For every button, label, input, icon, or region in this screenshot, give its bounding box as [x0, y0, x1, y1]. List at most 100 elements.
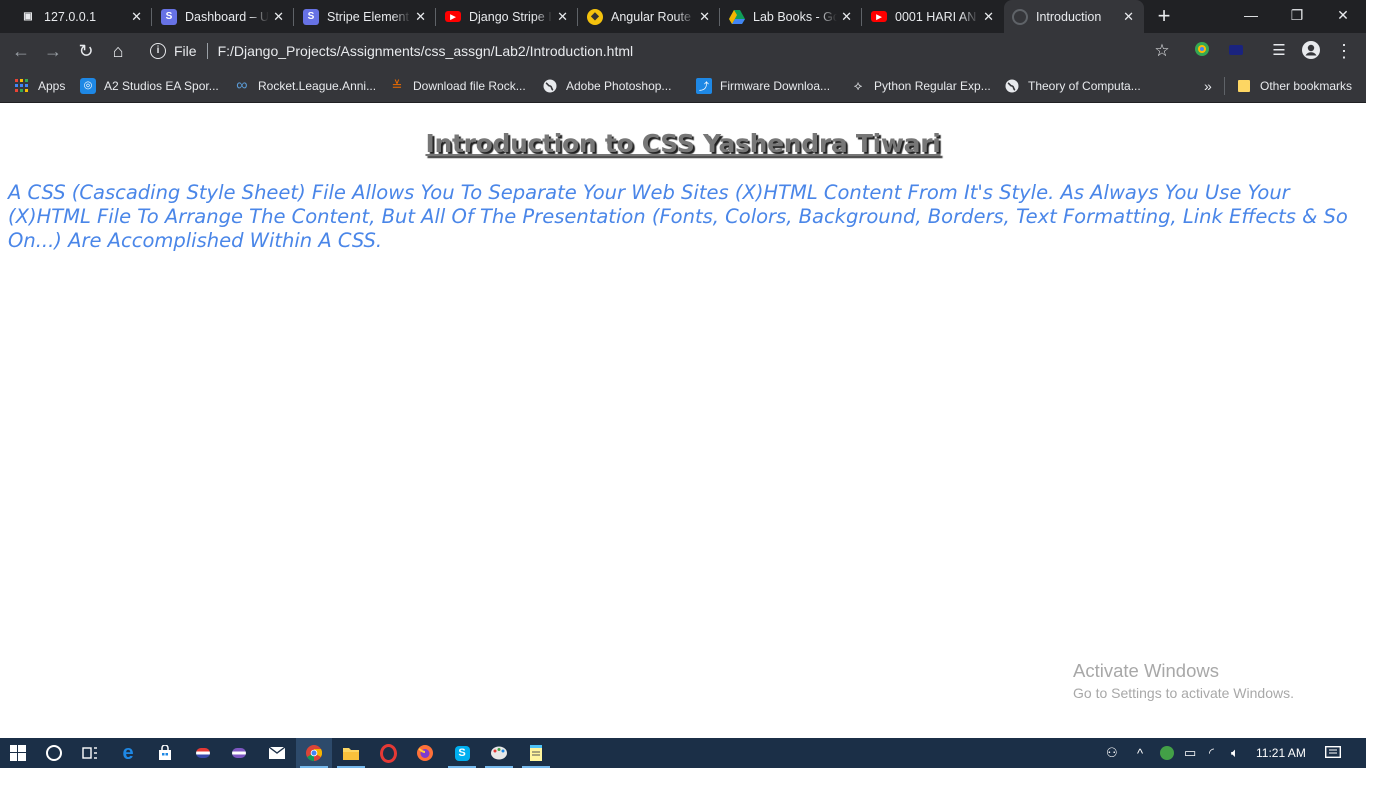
protocol-label: File	[174, 43, 197, 59]
bookmark-python-regex[interactable]: ⟡ Python Regular Exp...	[850, 69, 991, 102]
mail-icon	[269, 747, 285, 759]
media-queue-icon[interactable]: ☰	[1268, 40, 1290, 62]
edge-taskbar-button[interactable]: e	[110, 738, 146, 768]
bookmark-a2-studios[interactable]: ◎ A2 Studios EA Spor...	[80, 69, 219, 102]
tab-dashboard[interactable]: S Dashboard – U ✕	[153, 0, 294, 33]
firefox-taskbar-button[interactable]	[407, 738, 443, 768]
more-bookmarks-button[interactable]: »	[1204, 69, 1212, 102]
infinity-icon: ∞	[236, 76, 248, 94]
store-taskbar-button[interactable]	[147, 738, 183, 768]
tab-angular-router[interactable]: ◆ Angular Route ✕	[579, 0, 720, 33]
google-drive-icon	[729, 9, 745, 25]
action-center-icon[interactable]	[1325, 738, 1341, 768]
browser-toolbar: ← → ↻ ⌂ i File F:/Django_Projects/Assign…	[0, 33, 1366, 69]
profile-icon[interactable]	[1300, 40, 1322, 62]
url-text[interactable]: F:/Django_Projects/Assignments/css_assgn…	[218, 43, 634, 59]
tab-hari[interactable]: ▶ 0001 HARI AN ✕	[863, 0, 1004, 33]
cortana-circle-icon	[46, 745, 62, 761]
firmware-icon: ⤴	[696, 77, 712, 94]
chevron-more-icon: »	[1204, 77, 1212, 94]
extension-2-icon[interactable]	[1225, 40, 1247, 62]
stripe-s-icon: S	[303, 8, 319, 25]
windows-logo-icon	[10, 745, 26, 761]
tab-strip: ▣ 127.0.0.1 ✕ S Dashboard – U ✕ S Stripe…	[0, 0, 1366, 33]
bookmarks-bar: Apps ◎ A2 Studios EA Spor... ∞ Rocket.Le…	[0, 69, 1366, 103]
browser-window: ▣ 127.0.0.1 ✕ S Dashboard – U ✕ S Stripe…	[0, 0, 1366, 103]
skype-icon: S	[454, 745, 470, 761]
paint-palette-icon	[491, 746, 507, 760]
skype-taskbar-button[interactable]: S	[444, 738, 480, 768]
close-tab-icon[interactable]: ✕	[557, 9, 568, 25]
close-window-button[interactable]: ✕	[1320, 0, 1366, 30]
close-tab-icon[interactable]: ✕	[273, 9, 284, 25]
show-hidden-icons-chevron-icon[interactable]: ^	[1137, 738, 1143, 768]
other-bookmarks[interactable]: Other bookmarks	[1236, 69, 1352, 102]
back-button[interactable]: ←	[10, 40, 32, 62]
minimize-button[interactable]: —	[1228, 0, 1274, 30]
battery-icon[interactable]: ▭	[1184, 738, 1196, 768]
menu-kebab-icon[interactable]: ⋮	[1333, 40, 1355, 62]
tab-localhost[interactable]: ▣ 127.0.0.1 ✕	[12, 0, 152, 33]
tab-introduction[interactable]: Introduction ✕	[1004, 0, 1144, 33]
task-view-button[interactable]	[72, 738, 108, 768]
reload-button[interactable]: ↻	[75, 40, 97, 62]
people-icon[interactable]: ⚇	[1106, 738, 1118, 768]
forward-button[interactable]: →	[42, 40, 64, 62]
opera-icon	[379, 743, 397, 763]
info-icon[interactable]: i	[150, 43, 166, 59]
youtube-icon: ▶	[445, 11, 461, 22]
app-taskbar-button-2[interactable]	[221, 738, 257, 768]
tab-stripe-elements[interactable]: S Stripe Element ✕	[295, 0, 436, 33]
bookmark-theory-computation[interactable]: Theory of Computa...	[1004, 69, 1141, 102]
screen-edge	[1366, 0, 1400, 794]
page-heading: Introduction to CSS Yashendra Tiwari	[425, 129, 941, 158]
volume-icon[interactable]: 🔈︎	[1231, 738, 1239, 768]
search-button[interactable]	[36, 738, 72, 768]
bookmark-firmware[interactable]: ⤴ Firmware Downloa...	[696, 69, 830, 102]
extension-icon[interactable]	[1191, 40, 1213, 62]
bookmark-adobe-photoshop[interactable]: Adobe Photoshop...	[542, 69, 671, 102]
new-tab-button[interactable]: +	[1153, 5, 1175, 27]
explorer-taskbar-button[interactable]	[333, 738, 369, 768]
store-bag-icon	[159, 745, 171, 760]
security-shield-icon[interactable]	[1160, 738, 1174, 768]
home-button[interactable]: ⌂	[107, 40, 129, 62]
mail-taskbar-button[interactable]	[259, 738, 295, 768]
app-stripes-icon	[196, 748, 210, 758]
notepad-taskbar-button[interactable]	[518, 738, 554, 768]
tab-lab-books[interactable]: Lab Books - Gc ✕	[721, 0, 862, 33]
tab-django-stripe[interactable]: ▶ Django Stripe I ✕	[437, 0, 578, 33]
close-tab-icon[interactable]: ✕	[415, 9, 426, 25]
bookmark-download-file[interactable]: ≚ Download file Rock...	[389, 69, 526, 102]
close-tab-icon[interactable]: ✕	[1123, 9, 1134, 25]
opera-taskbar-button[interactable]	[370, 738, 406, 768]
folder-icon	[1236, 78, 1252, 94]
angular-icon: ◆	[587, 8, 603, 25]
paint-taskbar-button[interactable]	[481, 738, 517, 768]
bookmark-rocket-league[interactable]: ∞ Rocket.League.Anni...	[234, 69, 376, 102]
a2-studios-icon: ◎	[80, 77, 96, 94]
windows-taskbar: e S ⚇ ^ ▭ ◜ 🔈︎ 11:21 AM	[0, 738, 1366, 768]
close-tab-icon[interactable]: ✕	[841, 9, 852, 25]
globe-icon	[1012, 8, 1028, 25]
close-tab-icon[interactable]: ✕	[983, 9, 994, 25]
chrome-taskbar-button[interactable]	[296, 738, 332, 768]
globe-icon	[1004, 78, 1020, 94]
stripe-s-icon: S	[161, 8, 177, 25]
close-tab-icon[interactable]: ✕	[699, 9, 710, 25]
apps-grid-icon	[14, 78, 30, 94]
app-stripes-icon	[232, 748, 246, 758]
python-icon: ⟡	[853, 77, 863, 93]
bookmark-star-icon[interactable]: ☆	[1151, 40, 1173, 62]
taskbar-clock[interactable]: 11:21 AM	[1256, 738, 1312, 768]
youtube-icon: ▶	[871, 11, 887, 22]
app-taskbar-button-1[interactable]	[185, 738, 221, 768]
firefox-icon	[417, 745, 433, 761]
computer-icon: ▣	[23, 11, 33, 22]
address-bar[interactable]: i File F:/Django_Projects/Assignments/cs…	[140, 37, 1180, 65]
wifi-icon[interactable]: ◜	[1209, 738, 1214, 768]
bookmark-apps[interactable]: Apps	[14, 69, 65, 102]
restore-button[interactable]: ❐	[1274, 0, 1320, 30]
close-tab-icon[interactable]: ✕	[131, 9, 142, 25]
start-button[interactable]	[0, 738, 36, 768]
